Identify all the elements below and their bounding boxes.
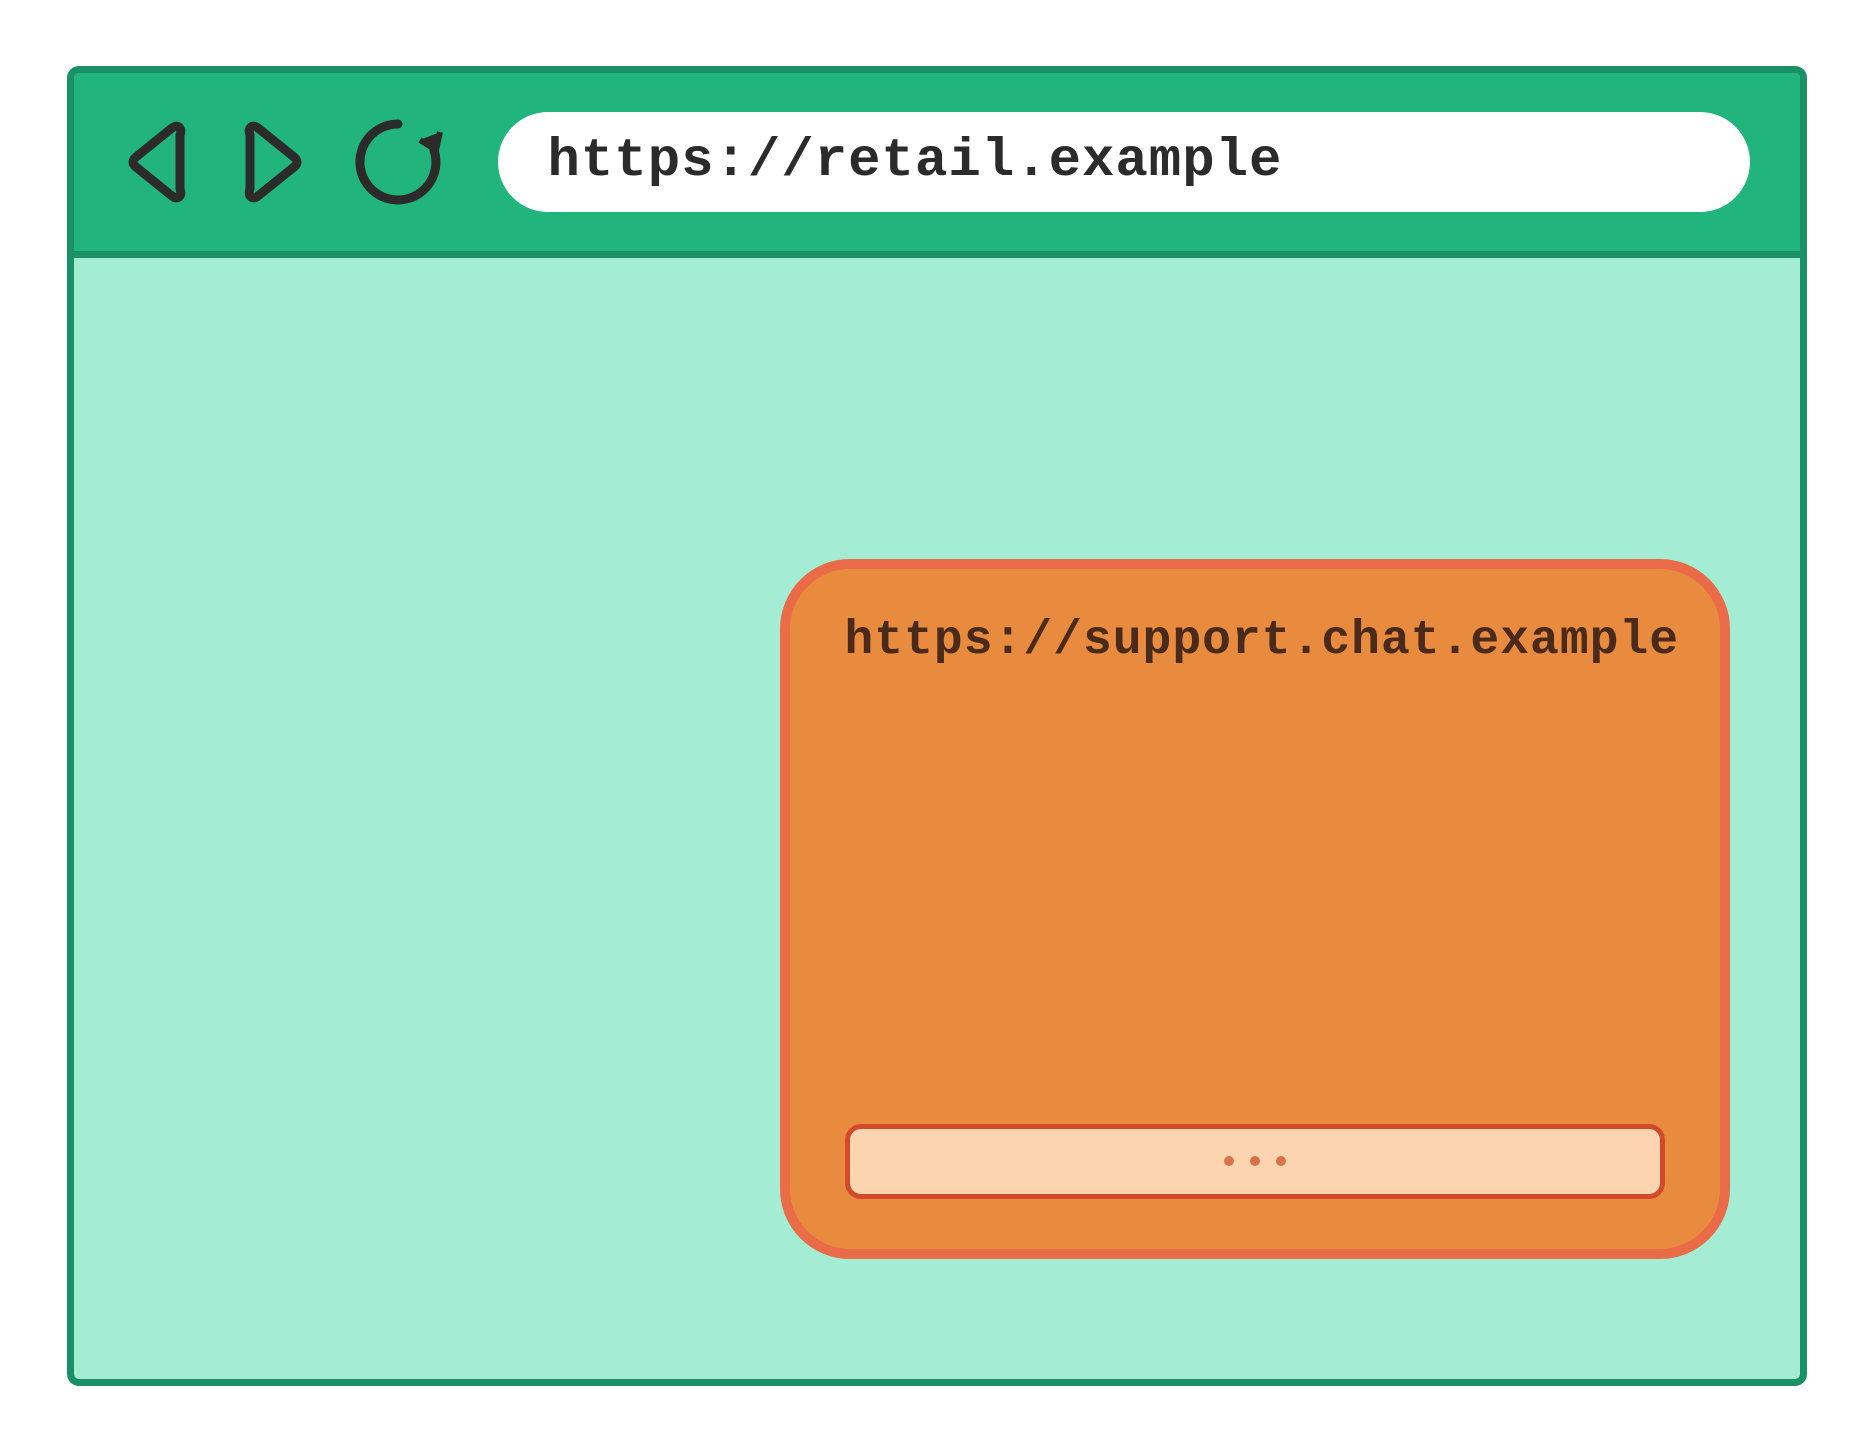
chat-widget: https://support.chat.example	[780, 559, 1730, 1259]
page-content: https://support.chat.example	[74, 258, 1800, 1379]
chat-widget-url: https://support.chat.example	[845, 614, 1665, 668]
nav-buttons	[124, 112, 448, 212]
url-bar[interactable]: https://retail.example	[498, 112, 1750, 212]
reload-button[interactable]	[348, 112, 448, 212]
forward-button[interactable]	[236, 117, 306, 207]
reload-icon	[348, 112, 448, 212]
forward-icon	[236, 117, 306, 207]
back-icon	[124, 117, 194, 207]
browser-window: https://retail.example https://support.c…	[67, 66, 1807, 1386]
browser-toolbar: https://retail.example	[74, 73, 1800, 258]
typing-indicator-icon	[1224, 1156, 1286, 1166]
chat-input[interactable]	[845, 1124, 1665, 1199]
back-button[interactable]	[124, 117, 194, 207]
url-text: https://retail.example	[548, 131, 1283, 192]
